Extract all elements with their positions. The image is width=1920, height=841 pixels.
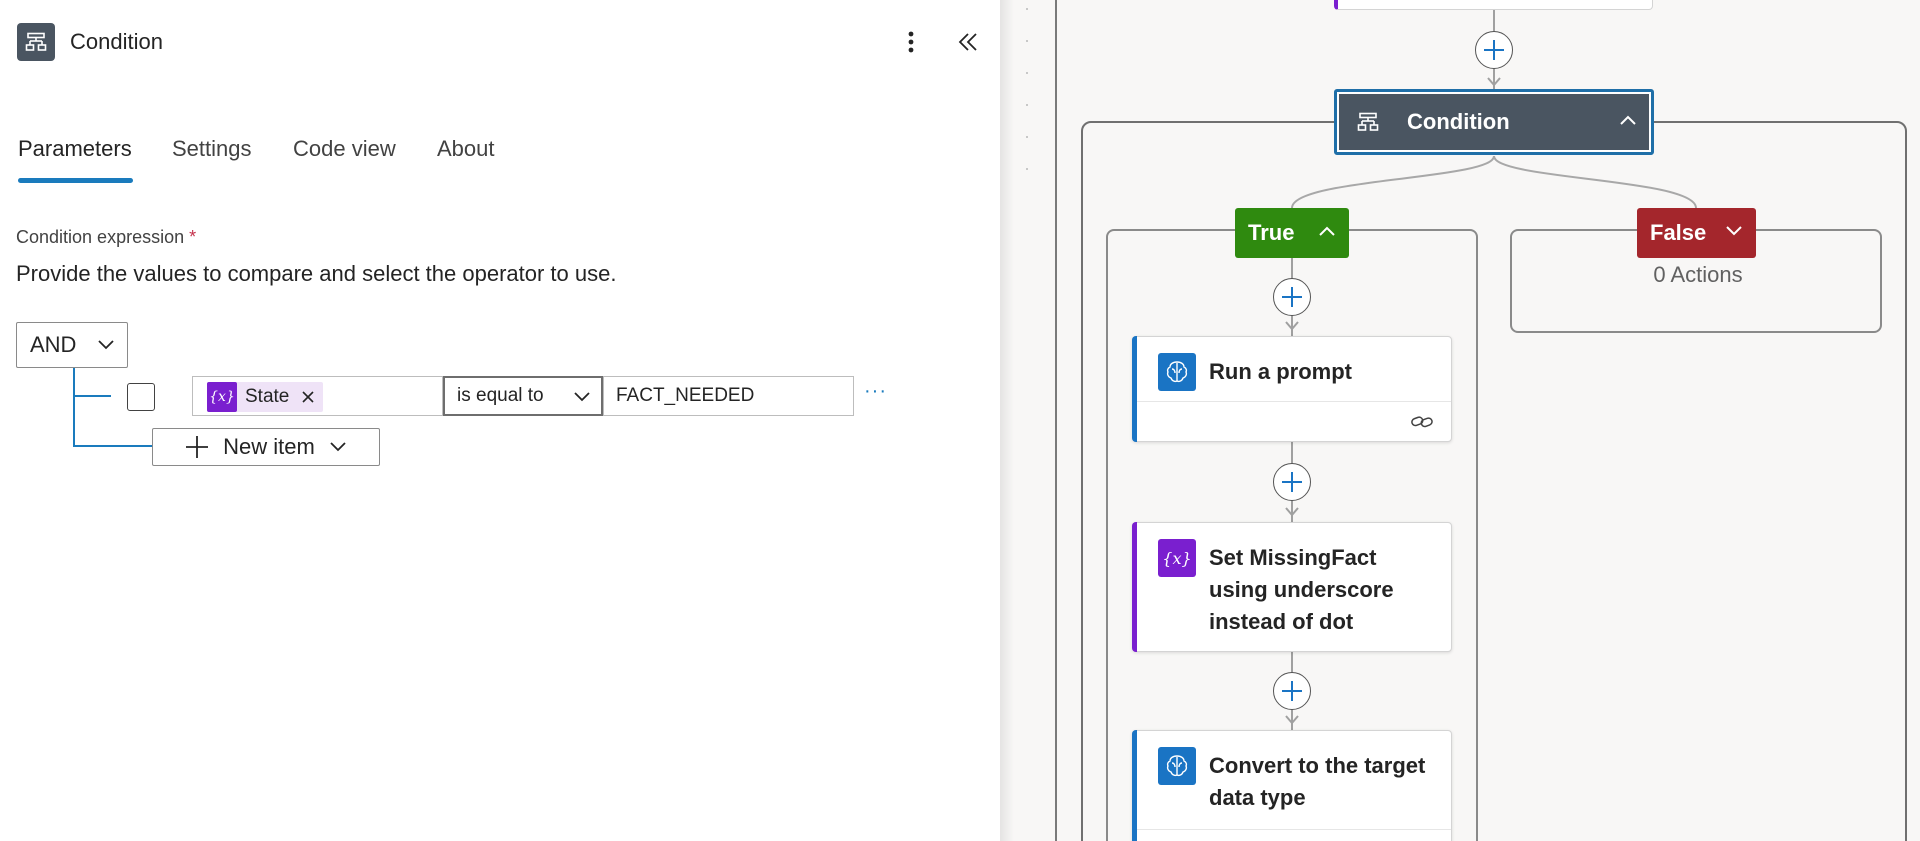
chevron-down-icon	[98, 340, 114, 350]
card-title: Run a prompt	[1209, 359, 1352, 384]
card-footer	[1137, 401, 1451, 442]
tree-connector-new-item	[73, 445, 153, 447]
arrow-down-icon	[1285, 715, 1299, 725]
ai-brain-icon	[1158, 353, 1196, 391]
designer-canvas[interactable]: Condition True False 0 Actions Run a pro…	[1000, 0, 1920, 841]
condition-expression-label-text: Condition expression	[16, 227, 185, 247]
ai-brain-icon	[1158, 747, 1196, 785]
collapse-panel-button[interactable]	[950, 24, 986, 60]
tab-parameters[interactable]: Parameters	[18, 136, 132, 162]
row-select-checkbox[interactable]	[127, 383, 155, 411]
chevron-up-icon	[1319, 226, 1335, 236]
tree-connector-row	[73, 395, 111, 397]
chevron-down-icon	[330, 442, 346, 452]
action-card-run-a-prompt[interactable]: Run a prompt	[1132, 336, 1452, 442]
state-variable-token[interactable]: {x} State	[207, 382, 324, 412]
more-options-button[interactable]	[895, 24, 927, 60]
add-icon	[186, 436, 209, 458]
card-footer	[1137, 829, 1451, 841]
insert-step-button[interactable]	[1273, 463, 1311, 501]
action-card-convert-target-type[interactable]: Convert to the target data type	[1132, 730, 1452, 841]
details-panel: Condition Parameters Settings Code view …	[0, 0, 1000, 841]
required-marker: *	[189, 227, 197, 247]
false-branch-action-count: 0 Actions	[1653, 262, 1743, 287]
true-branch-header[interactable]: True	[1235, 208, 1349, 258]
add-icon	[1282, 681, 1302, 701]
tree-connector-vertical	[73, 368, 75, 447]
insert-step-button[interactable]	[1273, 672, 1311, 710]
card-accent	[1132, 730, 1137, 841]
active-tab-indicator	[18, 178, 133, 183]
operator-select[interactable]: is equal to	[443, 376, 603, 416]
double-chevron-left-icon	[958, 33, 977, 51]
add-icon	[1282, 287, 1302, 307]
panel-divider	[1000, 0, 1014, 841]
true-branch-label: True	[1248, 220, 1295, 245]
close-icon	[302, 391, 314, 403]
operator-value: is equal to	[457, 385, 544, 406]
card-title: Set MissingFact using underscore instead…	[1209, 545, 1394, 634]
tab-code-view[interactable]: Code view	[293, 136, 396, 162]
new-item-button[interactable]: New item	[152, 428, 380, 466]
condition-icon	[17, 23, 55, 61]
new-item-label: New item	[223, 434, 315, 459]
tab-about[interactable]: About	[437, 136, 495, 162]
expand-false-branch-button[interactable]	[1725, 225, 1743, 237]
row-more-options-button[interactable]: ···	[864, 380, 887, 403]
group-operator-value: AND	[30, 332, 77, 357]
card-title: Convert to the target data type	[1209, 753, 1426, 810]
action-card-set-missingfact[interactable]: {x} Set MissingFact using underscore ins…	[1132, 522, 1452, 652]
variable-icon: {x}	[1158, 539, 1196, 577]
link-icon	[1411, 416, 1433, 428]
condition-expression-label: Condition expression *	[16, 227, 196, 248]
card-accent	[1132, 522, 1137, 652]
arrow-down-icon	[1285, 507, 1299, 517]
variable-icon: {x}	[207, 382, 237, 412]
chevron-down-icon	[1726, 226, 1742, 236]
arrow-down-icon	[1285, 321, 1299, 331]
condition-description: Provide the values to compare and select…	[16, 261, 617, 286]
remove-token-button[interactable]	[301, 390, 315, 404]
add-icon	[1282, 472, 1302, 492]
chevron-down-icon	[574, 392, 590, 402]
collapse-true-branch-button[interactable]	[1318, 225, 1336, 237]
insert-step-button[interactable]	[1273, 278, 1311, 316]
tab-settings[interactable]: Settings	[172, 136, 252, 162]
group-operator-select[interactable]: AND	[16, 322, 128, 368]
false-branch-label: False	[1650, 220, 1707, 245]
left-operand-field[interactable]: {x} State	[192, 376, 443, 416]
right-operand-field[interactable]: FACT_NEEDED	[603, 376, 854, 416]
panel-title: Condition	[70, 29, 163, 54]
token-label: State	[245, 386, 290, 407]
false-branch-header[interactable]: False	[1637, 208, 1756, 258]
more-vertical-icon	[908, 31, 914, 53]
